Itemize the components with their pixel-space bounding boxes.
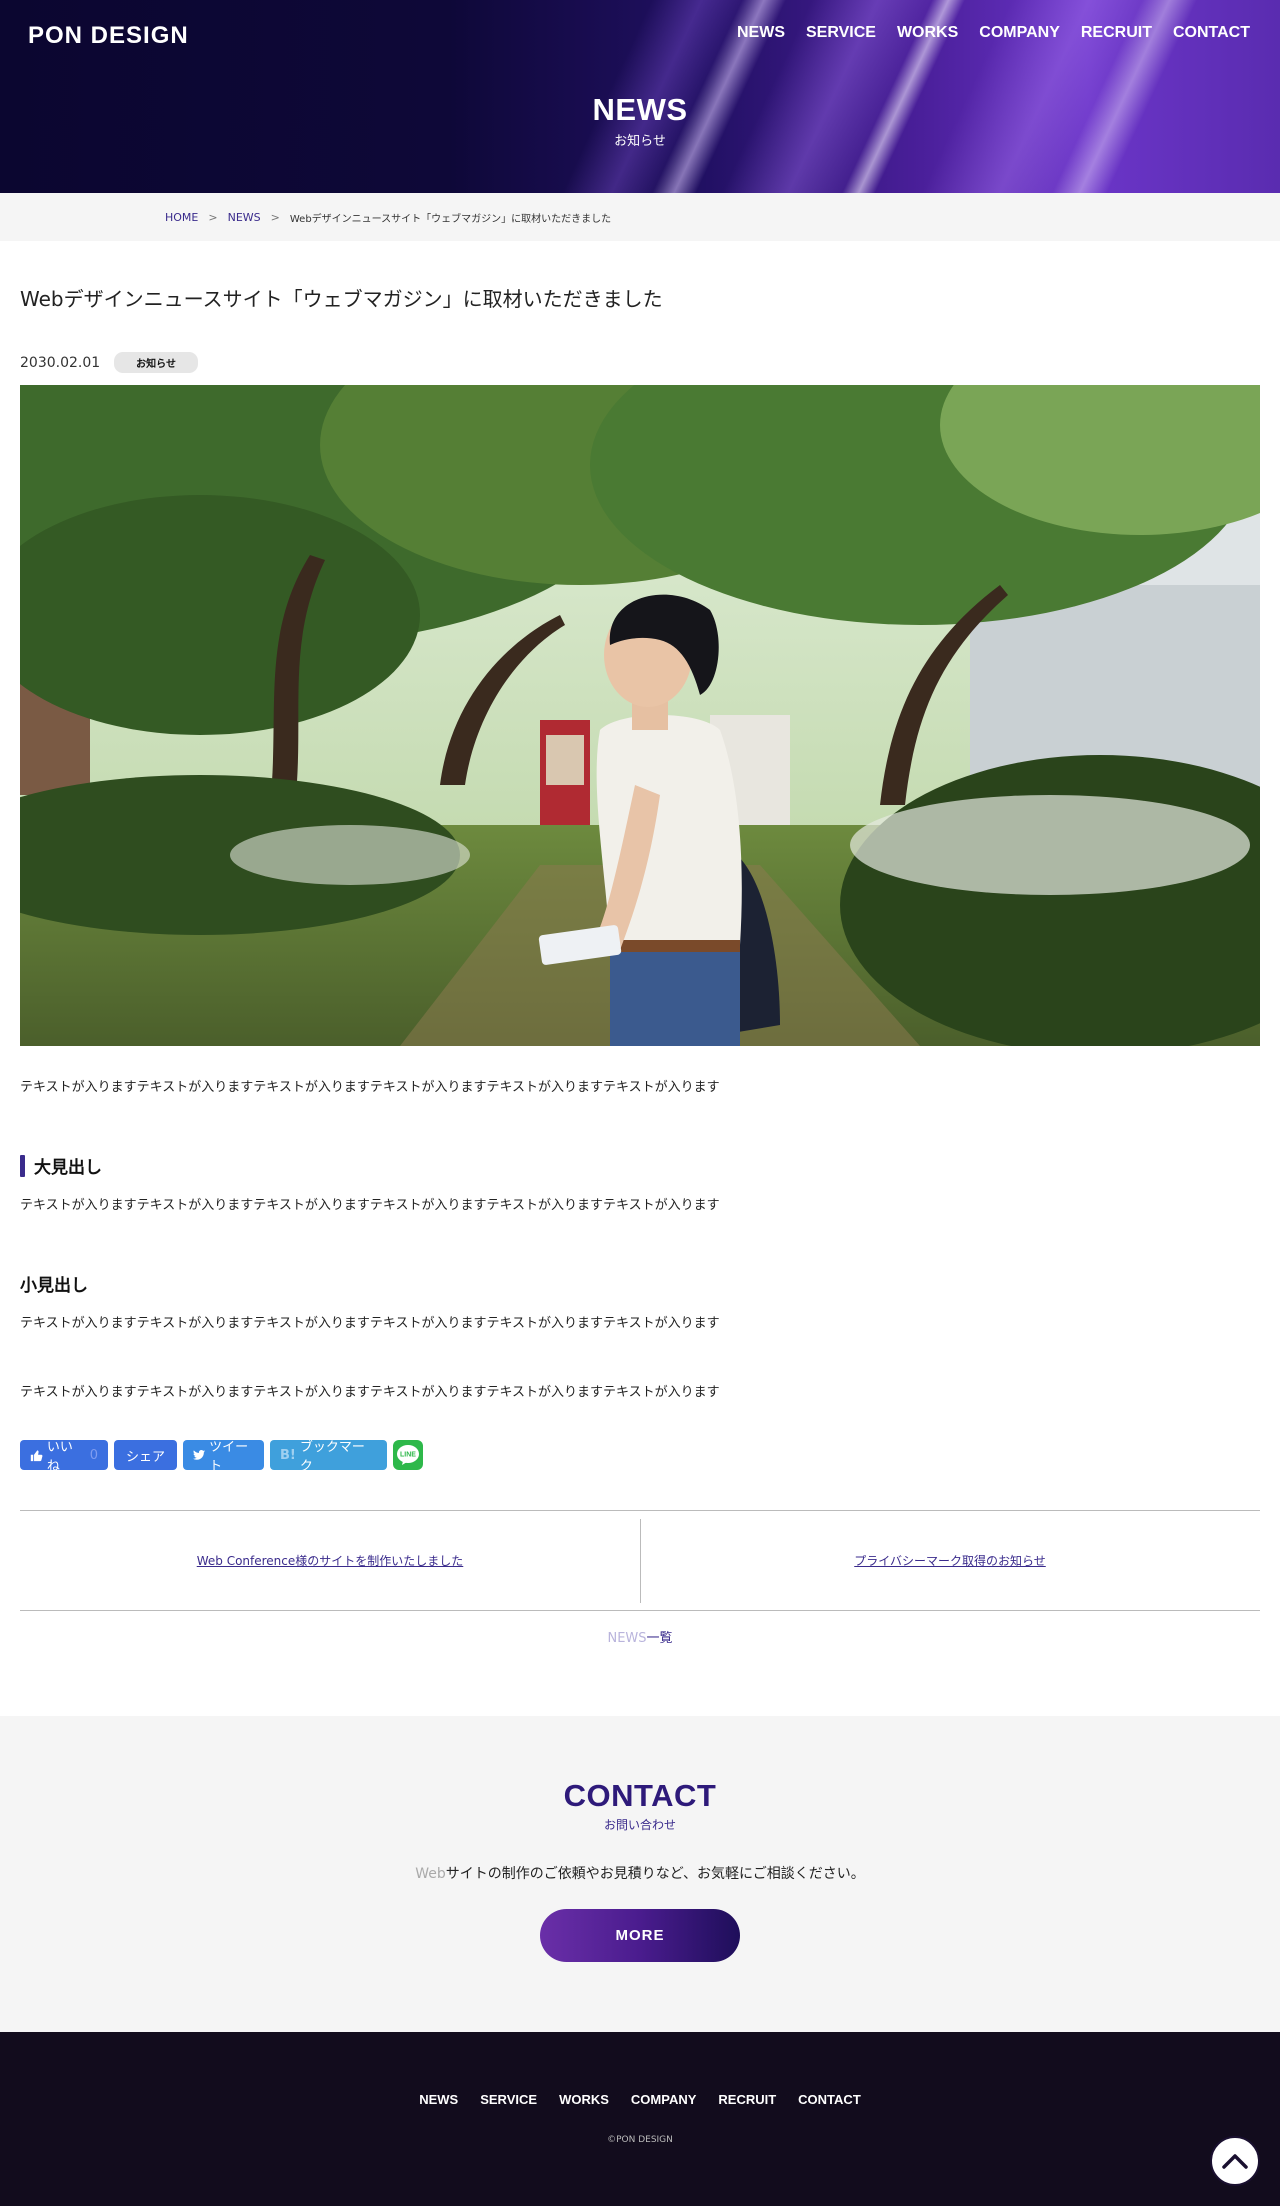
facebook-share-button[interactable]: シェア <box>114 1440 177 1470</box>
twitter-bird-icon <box>193 1449 206 1460</box>
breadcrumb-current: Webデザインニュースサイト「ウェブマガジン」に取材いただきました <box>289 213 612 225</box>
contact-subtitle: お問い合わせ <box>603 1818 676 1832</box>
page-title: NEWS <box>592 92 688 127</box>
site-footer: NEWS SERVICE WORKS COMPANY RECRUIT CONTA… <box>0 2032 1280 2206</box>
hatena-bookmark-button[interactable]: B! ブックマーク <box>270 1440 387 1474</box>
article-meta: 2030.02.01 お知らせ <box>20 352 1260 373</box>
footer-nav-news[interactable]: NEWS <box>419 2092 458 2107</box>
breadcrumb-separator: > <box>208 210 218 224</box>
bookmark-label: ブックマーク <box>299 1440 365 1474</box>
breadcrumb-news[interactable]: NEWS <box>228 211 261 224</box>
contact-title: CONTACT <box>563 1778 717 1813</box>
news-list-link[interactable]: NEWS一覧 <box>20 1627 1260 1646</box>
breadcrumb-home[interactable]: HOME <box>165 211 198 224</box>
footer-nav: NEWS SERVICE WORKS COMPANY RECRUIT CONTA… <box>0 2092 1280 2107</box>
article-date: 2030.02.01 <box>20 354 101 371</box>
article-main-image <box>20 385 1260 1046</box>
thumbs-up-icon <box>30 1449 43 1461</box>
breadcrumb: HOME > NEWS > Webデザインニュースサイト「ウェブマガジン」に取材… <box>0 193 1280 241</box>
nav-works[interactable]: WORKS <box>897 24 958 42</box>
footer-nav-works[interactable]: WORKS <box>559 2092 609 2107</box>
heading-large-text: 大見出し <box>34 1158 102 1178</box>
chevron-up-icon <box>1222 2154 1248 2169</box>
line-label: LINE <box>400 1452 416 1459</box>
tweet-label: ツイート <box>209 1440 249 1474</box>
park-photo-illustration <box>20 385 1260 1046</box>
heading-small: 小見出し <box>20 1276 88 1296</box>
contact-more-button[interactable]: MORE <box>540 1909 740 1962</box>
nav-service[interactable]: SERVICE <box>806 24 876 42</box>
post-pager: Web Conference様のサイトを制作いたしました プライバシーマーク取得… <box>20 1510 1260 1611</box>
prev-post-link[interactable]: Web Conference様のサイトを制作いたしました <box>20 1511 640 1610</box>
facebook-like-button[interactable]: いいね 0 <box>20 1440 108 1474</box>
article-paragraph: テキストが入りますテキストが入りますテキストが入りますテキストが入りますテキスト… <box>20 1080 720 1095</box>
article-paragraph: テキストが入りますテキストが入りますテキストが入りますテキストが入りますテキスト… <box>20 1316 720 1331</box>
contact-lead-text: サイトの制作のご依頼やお見積りなど、お気軽にご相談ください。 <box>445 1866 865 1882</box>
site-logo[interactable]: PON DESIGN <box>28 22 189 50</box>
page-hero: PON DESIGN NEWS SERVICE WORKS COMPANY RE… <box>0 0 1280 193</box>
page-subtitle: お知らせ <box>614 134 666 149</box>
breadcrumb-separator: > <box>270 210 280 224</box>
nav-news[interactable]: NEWS <box>737 24 785 42</box>
page-heading: NEWS お知らせ <box>0 92 1280 149</box>
share-buttons: いいね 0 シェア ツイート B! ブックマーク LINE <box>20 1440 1260 1474</box>
heading-accent-bar <box>20 1154 25 1177</box>
article: Webデザインニュースサイト「ウェブマガジン」に取材いただきました 2030.0… <box>0 283 1280 1646</box>
copyright: ©PON DESIGN <box>607 2135 673 2145</box>
footer-nav-service[interactable]: SERVICE <box>480 2092 537 2107</box>
like-count: 0 <box>89 1447 98 1463</box>
heading-large: 大見出し <box>20 1153 1260 1178</box>
nav-contact[interactable]: CONTACT <box>1173 24 1250 42</box>
contact-lead: Webサイトの制作のご依頼やお見積りなど、お気軽にご相談ください。 <box>0 1863 1280 1883</box>
contact-lead-web: Web <box>415 1866 446 1882</box>
tweet-button[interactable]: ツイート <box>183 1440 264 1474</box>
hatena-b-mark: B! <box>280 1447 296 1463</box>
contact-section: CONTACT お問い合わせ Webサイトの制作のご依頼やお見積りなど、お気軽に… <box>0 1716 1280 2032</box>
nav-company[interactable]: COMPANY <box>979 24 1060 42</box>
news-list-link-ja: 一覧 <box>646 1631 673 1646</box>
footer-nav-contact[interactable]: CONTACT <box>798 2092 861 2107</box>
like-label: いいね <box>46 1440 73 1474</box>
footer-nav-company[interactable]: COMPANY <box>631 2092 696 2107</box>
share-label: シェア <box>125 1449 165 1465</box>
next-post-link[interactable]: プライバシーマーク取得のお知らせ <box>640 1511 1260 1610</box>
article-paragraph: テキストが入りますテキストが入りますテキストが入りますテキストが入りますテキスト… <box>20 1198 720 1213</box>
article-title: Webデザインニュースサイト「ウェブマガジン」に取材いただきました <box>20 287 663 311</box>
line-icon: LINE <box>397 1445 419 1465</box>
pager-divider <box>640 1519 641 1603</box>
back-to-top-button[interactable] <box>1210 2136 1260 2186</box>
global-nav: NEWS SERVICE WORKS COMPANY RECRUIT CONTA… <box>737 24 1250 42</box>
category-badge: お知らせ <box>114 352 198 373</box>
article-paragraph: テキストが入りますテキストが入りますテキストが入りますテキストが入りますテキスト… <box>20 1385 720 1400</box>
footer-nav-recruit[interactable]: RECRUIT <box>718 2092 776 2107</box>
line-button[interactable]: LINE <box>393 1440 423 1470</box>
news-list-link-en: NEWS <box>607 1631 647 1646</box>
nav-recruit[interactable]: RECRUIT <box>1081 24 1152 42</box>
